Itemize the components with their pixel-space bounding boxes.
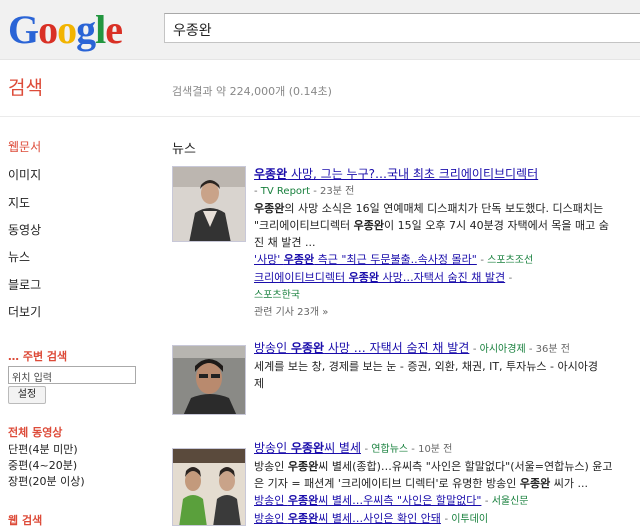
section-title-news: 뉴스 bbox=[172, 142, 196, 157]
news-snippet: 방송인 우종완씨 별세(종합)…유씨측 "사인은 할말없다"(서울=연합뉴스) … bbox=[254, 460, 613, 490]
sidebar-item-web[interactable]: 웹문서 bbox=[8, 138, 41, 155]
filter-medium[interactable]: 중편(4~20분) bbox=[8, 457, 77, 473]
filter-long[interactable]: 장편(20분 이상) bbox=[8, 473, 85, 489]
related-article-link[interactable]: 방송인 우종완씨 별세…사인은 확인 안돼 bbox=[254, 512, 441, 525]
video-filter-heading[interactable]: 전체 동영상 bbox=[8, 424, 62, 440]
related-source: 스포츠한국 bbox=[254, 290, 300, 301]
more-related-link[interactable]: 관련 기사 23개 » bbox=[254, 304, 640, 321]
sidebar-item-videos[interactable]: 동영상 bbox=[8, 221, 41, 238]
related-article: '사망' 우종완 측근 "최근 두문불출..속사정 몰라" - 스포츠조선 bbox=[254, 253, 534, 266]
result-stats: 검색결과 약 224,000개 (0.14초) bbox=[172, 85, 332, 98]
news-snippet: 우종완의 사망 소식은 16일 연예매체 디스패치가 단독 보도했다. 디스패치… bbox=[254, 202, 609, 249]
news-snippet: 세계를 보는 창, 경제를 보는 눈 - 증권, 외환, 채권, IT, 투자뉴… bbox=[254, 360, 598, 390]
related-article: 방송인 우종완씨 별세…우씨측 "사인은 할말없다" - 서울신문 bbox=[254, 494, 529, 507]
news-meta: - TV Report - 23분 전 bbox=[254, 186, 355, 197]
related-article: 크리에이티브디렉터 우종완 사망…자택서 숨진 채 발견 - bbox=[254, 271, 513, 284]
page-title: 검색 bbox=[8, 77, 43, 99]
news-title-link[interactable]: 방송인 우종완씨 별세 bbox=[254, 441, 361, 455]
nearby-search-heading: … 주변 검색 bbox=[8, 350, 68, 363]
news-title-link[interactable]: 방송인 우종완 사망 … 자택서 숨진 채 발견 bbox=[254, 341, 469, 355]
news-title-link[interactable]: 우종완 사망, 그는 누구?…국내 최초 크리에이티브디렉터 bbox=[254, 167, 538, 181]
sidebar-item-blogs[interactable]: 블로그 bbox=[8, 276, 41, 293]
sidebar-item-news[interactable]: 뉴스 bbox=[8, 248, 30, 265]
news-thumbnail[interactable] bbox=[172, 448, 246, 526]
sidebar-item-maps[interactable]: 지도 bbox=[8, 194, 30, 211]
filter-short[interactable]: 단편(4분 미만) bbox=[8, 441, 78, 457]
related-article-link[interactable]: 크리에이티브디렉터 우종완 사망…자택서 숨진 채 발견 bbox=[254, 271, 505, 284]
web-search-heading[interactable]: 웹 검색 bbox=[8, 512, 42, 528]
search-input[interactable]: 우종완 bbox=[164, 13, 640, 43]
news-thumbnail[interactable] bbox=[172, 166, 246, 242]
related-article-link[interactable]: 방송인 우종완씨 별세…우씨측 "사인은 할말없다" bbox=[254, 494, 481, 507]
top-bar: Google 우종완 bbox=[0, 0, 640, 60]
results-bar: 검색 검색결과 약 224,000개 (0.14초) bbox=[0, 61, 640, 117]
location-input[interactable]: 위치 입력 bbox=[8, 366, 136, 384]
related-article: 방송인 우종완씨 별세…사인은 확인 안돼 - 이투데이 bbox=[254, 512, 489, 525]
google-logo[interactable]: Google bbox=[8, 8, 123, 52]
related-article-link[interactable]: '사망' 우종완 측근 "최근 두문불출..속사정 몰라" bbox=[254, 253, 477, 266]
location-set-button[interactable]: 설정 bbox=[8, 386, 46, 404]
sidebar-item-images[interactable]: 이미지 bbox=[8, 166, 41, 183]
sidebar-item-more[interactable]: 더보기 bbox=[8, 303, 41, 320]
news-thumbnail[interactable] bbox=[172, 345, 246, 415]
